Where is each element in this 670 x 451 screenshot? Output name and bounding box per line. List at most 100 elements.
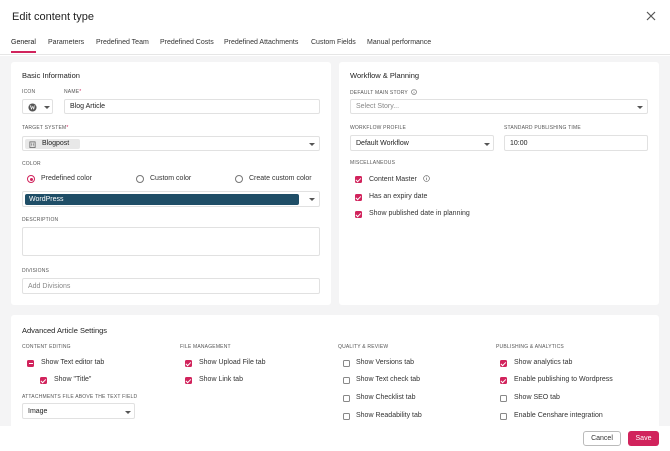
show-text-editor-tab-label: Show Text editor tab: [41, 359, 105, 366]
enable-censhare-label: Enable Censhare integration: [514, 412, 603, 419]
default-main-story-label: DEFAULT MAIN STORY: [350, 89, 418, 96]
enable-publishing-wordpress-label: Enable publishing to Wordpress: [514, 376, 613, 383]
dialog-header: Edit content type: [0, 0, 670, 35]
attachments-file-value: Image: [28, 407, 48, 415]
target-system-chip[interactable]: Blogpost: [25, 139, 80, 149]
tab-general[interactable]: General: [11, 39, 36, 46]
show-upload-file-tab-label: Show Upload File tab: [199, 359, 266, 366]
create-custom-color-radio[interactable]: [235, 175, 243, 183]
advanced-article-settings-title: Advanced Article Settings: [22, 326, 108, 335]
chevron-down-icon: [309, 198, 315, 201]
workflow-profile-value: Default Workflow: [356, 139, 409, 147]
tab-predefined-team[interactable]: Predefined Team: [96, 39, 149, 46]
tab-predefined-costs[interactable]: Predefined Costs: [160, 39, 214, 46]
miscellaneous-label: MISCELLANEOUS: [350, 160, 396, 166]
basic-information-title: Basic Information: [22, 71, 80, 80]
content-master-label: Content Master: [369, 175, 430, 183]
show-link-tab-label: Show Link tab: [199, 376, 243, 383]
show-title-checkbox[interactable]: [40, 377, 47, 384]
color-label: COLOR: [22, 161, 41, 167]
enable-publishing-wordpress-checkbox[interactable]: [500, 377, 507, 384]
icon-select[interactable]: W: [22, 99, 53, 114]
active-tab-indicator: [11, 51, 36, 53]
workflow-profile-label: WORKFLOW PROFILE: [350, 125, 406, 131]
wordpress-color-swatch: WordPress: [25, 194, 299, 205]
custom-color-radio[interactable]: [136, 175, 144, 183]
show-seo-tab-label: Show SEO tab: [514, 394, 560, 401]
show-title-label: Show "Title": [54, 376, 92, 383]
default-main-story-placeholder: Select Story...: [356, 103, 400, 110]
close-icon[interactable]: [645, 10, 657, 22]
tab-parameters[interactable]: Parameters: [48, 39, 84, 46]
content-editing-label: CONTENT EDITING: [22, 344, 71, 350]
basic-information-card: Basic Information ICON W NAME* Blog Arti…: [11, 62, 331, 305]
chevron-down-icon: [125, 410, 131, 414]
workflow-planning-card: Workflow & Planning DEFAULT MAIN STORY S…: [339, 62, 659, 305]
icon-label: ICON: [22, 89, 36, 95]
has-expiry-date-label: Has an expiry date: [369, 193, 428, 200]
building-icon: [29, 140, 36, 148]
name-value: Blog Article: [70, 103, 106, 110]
name-input[interactable]: Blog Article: [64, 99, 320, 114]
show-text-editor-tab-checkbox[interactable]: [27, 360, 34, 367]
show-link-tab-checkbox[interactable]: [185, 377, 192, 384]
description-label: DESCRIPTION: [22, 217, 59, 223]
enable-censhare-checkbox[interactable]: [500, 413, 507, 420]
divisions-label: DIVISIONS: [22, 268, 50, 274]
show-checklist-tab-label: Show Checklist tab: [356, 394, 416, 401]
tab-custom-fields[interactable]: Custom Fields: [311, 39, 356, 46]
show-versions-tab-label: Show Versions tab: [356, 359, 414, 366]
wordpress-icon: W: [28, 103, 37, 112]
target-system-label: TARGET SYSTEM*: [22, 125, 69, 131]
name-label: NAME*: [64, 89, 82, 95]
show-versions-tab-checkbox[interactable]: [343, 360, 350, 367]
chevron-down-icon: [484, 142, 490, 146]
save-button[interactable]: Save: [628, 431, 659, 446]
tab-predefined-attachments[interactable]: Predefined Attachments: [224, 39, 298, 46]
workflow-profile-select[interactable]: Default Workflow: [350, 135, 494, 151]
file-management-label: FILE MANAGEMENT: [180, 344, 231, 350]
show-seo-tab-checkbox[interactable]: [500, 395, 507, 402]
show-checklist-tab-checkbox[interactable]: [343, 395, 350, 402]
svg-text:W: W: [30, 106, 36, 112]
info-icon[interactable]: [411, 89, 418, 95]
show-analytics-tab-checkbox[interactable]: [500, 360, 507, 367]
cancel-button[interactable]: Cancel: [583, 431, 621, 446]
content-master-checkbox[interactable]: [355, 176, 362, 183]
show-readability-tab-label: Show Readability tab: [356, 412, 422, 419]
color-selected-value: WordPress: [29, 195, 64, 203]
show-readability-tab-checkbox[interactable]: [343, 413, 350, 420]
info-icon[interactable]: [423, 175, 430, 182]
workflow-planning-title: Workflow & Planning: [350, 71, 420, 80]
chevron-down-icon: [637, 106, 643, 109]
show-published-date-checkbox[interactable]: [355, 211, 362, 218]
quality-review-label: QUALITY & REVIEW: [338, 344, 389, 350]
create-custom-color-label: Create custom color: [249, 175, 312, 182]
tab-manual-performance[interactable]: Manual performance: [367, 39, 431, 46]
target-system-value: Blogpost: [42, 140, 70, 147]
predefined-color-radio[interactable]: [27, 175, 35, 183]
attachments-file-select[interactable]: Image: [22, 403, 135, 419]
standard-publishing-time-label: STANDARD PUBLISHING TIME: [504, 125, 581, 131]
chevron-down-icon: [309, 143, 315, 146]
show-analytics-tab-label: Show analytics tab: [514, 359, 573, 366]
tab-bar: General Parameters Predefined Team Prede…: [0, 35, 670, 55]
dialog-footer: Cancel Save: [0, 426, 670, 451]
show-published-date-label: Show published date in planning: [369, 210, 470, 217]
target-system-select[interactable]: Blogpost: [22, 136, 320, 151]
color-select[interactable]: WordPress: [22, 191, 320, 207]
show-upload-file-tab-checkbox[interactable]: [185, 360, 192, 367]
description-textarea[interactable]: [22, 227, 320, 256]
has-expiry-date-checkbox[interactable]: [355, 194, 362, 201]
custom-color-label: Custom color: [150, 175, 192, 182]
standard-publishing-time-input[interactable]: 10:00: [504, 135, 648, 151]
divisions-placeholder: Add Divisions: [28, 282, 71, 290]
show-text-check-tab-label: Show Text check tab: [356, 376, 421, 383]
advanced-article-settings-card: Advanced Article Settings CONTENT EDITIN…: [11, 315, 659, 426]
default-main-story-select[interactable]: Select Story...: [350, 99, 648, 114]
publishing-analytics-label: PUBLISHING & ANALYTICS: [496, 344, 564, 350]
chevron-down-icon: [44, 106, 50, 109]
divisions-input[interactable]: Add Divisions: [22, 278, 320, 294]
attachments-file-label: ATTACHMENTS FILE ABOVE THE TEXT FIELD: [22, 394, 138, 400]
show-text-check-tab-checkbox[interactable]: [343, 377, 350, 384]
